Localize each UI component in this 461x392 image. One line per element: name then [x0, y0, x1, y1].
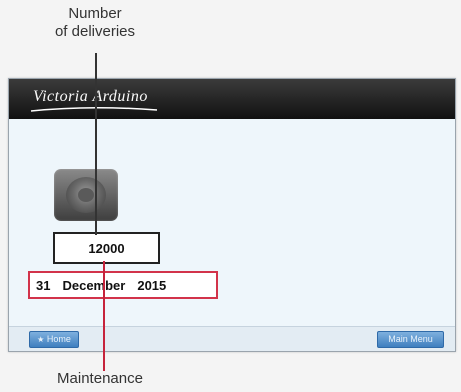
deliveries-pointer-line	[95, 53, 97, 235]
home-icon: ★	[37, 335, 45, 344]
maintenance-year: 2015	[137, 277, 167, 293]
delivery-counter: 12000	[53, 232, 160, 264]
delivery-count-value: 12000	[88, 240, 125, 256]
deliveries-callout: Number of deliveries	[40, 5, 150, 41]
maintenance-month: December	[62, 277, 126, 293]
home-button[interactable]: ★ Home	[29, 331, 79, 348]
app-header: Victoria Arduino	[9, 79, 455, 119]
maintenance-pointer-line	[103, 261, 105, 371]
deliveries-callout-label: Number of deliveries	[54, 5, 136, 40]
maintenance-day: 31	[36, 277, 51, 293]
home-button-label: Home	[46, 334, 71, 344]
maintenance-callout-label: Maintenance	[57, 370, 143, 387]
main-menu-button-label: Main Menu	[388, 334, 433, 344]
coffee-group-icon[interactable]	[54, 169, 118, 221]
footer-bar: ★ Home Main Menu	[9, 326, 455, 351]
maintenance-date: 31 December 2015	[28, 271, 218, 299]
content-area: 12000 31 December 2015 ★ Home Main Menu	[9, 119, 455, 351]
brand-logo: Victoria Arduino	[33, 88, 148, 105]
logo-swoosh-icon	[30, 106, 158, 112]
maintenance-callout: Maintenance	[30, 370, 170, 388]
main-menu-button[interactable]: Main Menu	[377, 331, 444, 348]
device-screen: Victoria Arduino 12000 31 December 2015 …	[8, 78, 456, 352]
